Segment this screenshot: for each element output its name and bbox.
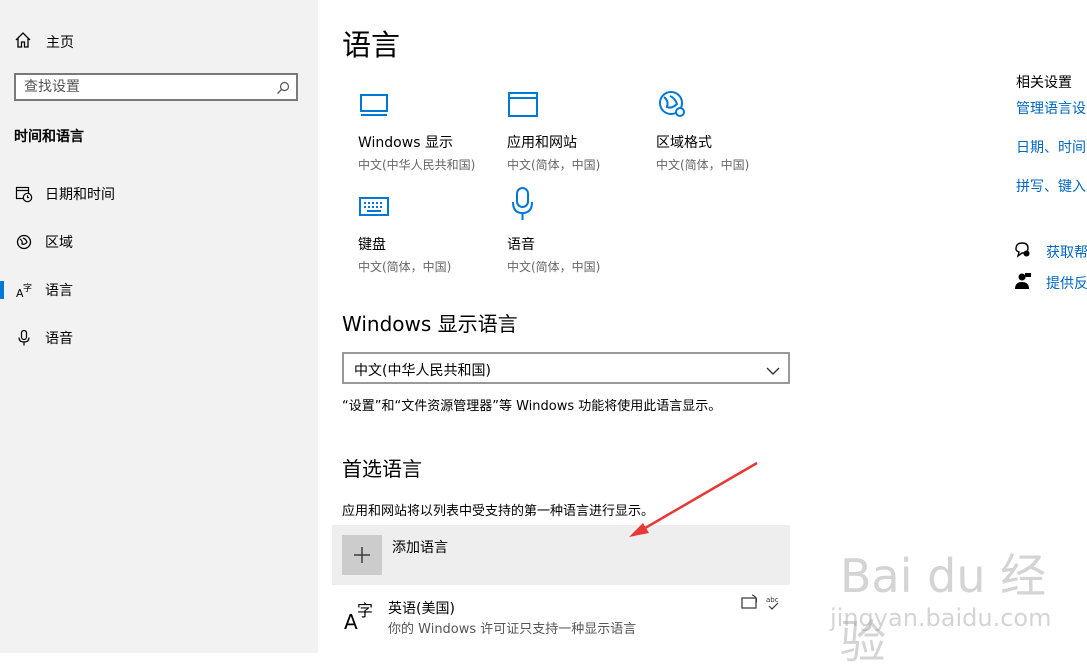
sidebar-item-label: 区域 (45, 235, 73, 251)
language-note: 你的 Windows 许可证只支持一种显示语言 (388, 622, 637, 637)
tile-regional-format[interactable]: 区域格式 中文(简体，中国) (656, 84, 796, 173)
tile-title: 应用和网站 (507, 135, 577, 151)
add-language-label: 添加语言 (392, 540, 448, 556)
display-language-feature-icon (740, 594, 760, 616)
search-icon[interactable] (276, 80, 290, 99)
home-icon (14, 31, 32, 53)
give-feedback-label: 提供反 (1046, 276, 1087, 292)
link-manage-language[interactable]: 管理语言设 (1016, 98, 1086, 118)
tile-title: 键盘 (358, 237, 386, 253)
microphone-icon (507, 186, 647, 222)
chevron-down-icon (766, 362, 780, 381)
sidebar: 主页 时间和语言 日期和时间 区域 A字 语言 语音 (0, 0, 318, 653)
tile-speech[interactable]: 语音 中文(简体，中国) (507, 186, 647, 275)
globe-icon (13, 233, 35, 251)
globe-settings-icon (656, 84, 796, 120)
monitor-icon (358, 84, 498, 120)
tile-title: Windows 显示 (358, 135, 453, 151)
microphone-icon (13, 329, 35, 347)
sidebar-item-language[interactable]: A字 语言 (0, 272, 318, 308)
tile-subtitle: 中文(简体，中国) (507, 158, 601, 172)
get-help-label: 获取帮 (1046, 245, 1087, 261)
home-nav-item[interactable]: 主页 (14, 30, 74, 54)
preferred-languages-heading: 首选语言 (342, 457, 422, 481)
watermark-site: jingyan.baidu.com (830, 604, 1052, 632)
calendar-clock-icon (13, 185, 35, 203)
sidebar-item-label: 语音 (45, 331, 73, 347)
page-title: 语言 (342, 28, 401, 62)
home-label: 主页 (46, 35, 74, 51)
tile-title: 区域格式 (656, 135, 712, 151)
plus-icon (342, 535, 382, 575)
language-icon: A字 (13, 281, 35, 299)
tile-keyboard[interactable]: 键盘 中文(简体，中国) (358, 186, 498, 275)
tile-subtitle: 中文(简体，中国) (656, 158, 750, 172)
link-date-time[interactable]: 日期、时间 (1016, 137, 1086, 157)
link-spelling-typing[interactable]: 拼写、键入 (1016, 176, 1086, 196)
sidebar-item-label: 日期和时间 (45, 187, 115, 203)
display-language-select[interactable]: 中文(中华人民共和国) (342, 352, 790, 384)
tile-title: 语音 (507, 237, 535, 253)
sidebar-section-title: 时间和语言 (14, 129, 84, 145)
spelling-check-icon: abc (764, 594, 782, 616)
preferred-languages-description: 应用和网站将以列表中受支持的第一种语言进行显示。 (342, 504, 655, 519)
language-name: 英语(美国) (388, 601, 455, 617)
add-language-button[interactable]: 添加语言 (332, 525, 790, 585)
display-language-heading: Windows 显示语言 (342, 312, 518, 336)
sidebar-item-speech[interactable]: 语音 (0, 320, 318, 356)
svg-text:字: 字 (357, 601, 373, 620)
related-settings-title: 相关设置 (1016, 75, 1072, 91)
browser-window-icon (507, 84, 647, 120)
keyboard-icon (358, 186, 498, 222)
selected-language: 中文(中华人民共和国) (354, 363, 491, 379)
give-feedback-link[interactable]: 提供反 (1014, 272, 1087, 294)
svg-text:字: 字 (23, 282, 32, 294)
get-help-link[interactable]: 获取帮 (1014, 241, 1087, 263)
svg-text:abc: abc (766, 596, 779, 604)
sidebar-item-region[interactable]: 区域 (0, 224, 318, 260)
tile-windows-display[interactable]: Windows 显示 中文(中华人民共和国) (358, 84, 498, 173)
tile-subtitle: 中文(简体，中国) (507, 260, 601, 274)
svg-text:A: A (344, 610, 358, 632)
sidebar-item-label: 语言 (45, 283, 73, 299)
search-box[interactable] (14, 73, 298, 101)
main-content: 语言 Windows 显示 中文(中华人民共和国) 应用和网站 中文(简体，中国… (318, 0, 798, 653)
tile-subtitle: 中文(简体，中国) (358, 260, 452, 274)
search-input[interactable] (24, 78, 264, 96)
sidebar-item-date-time[interactable]: 日期和时间 (0, 176, 318, 212)
display-language-description: “设置”和“文件资源管理器”等 Windows 功能将使用此语言显示。 (342, 399, 722, 414)
help-chat-icon (1014, 241, 1032, 263)
language-icon: A字 (344, 598, 378, 636)
baidu-watermark: Bai du 经验 jingyan.baidu.com (830, 540, 1080, 669)
tile-subtitle: 中文(中华人民共和国) (358, 158, 476, 172)
tile-apps-websites[interactable]: 应用和网站 中文(简体，中国) (507, 84, 647, 173)
language-list-item[interactable]: A字 英语(美国) 你的 Windows 许可证只支持一种显示语言 abc (332, 590, 790, 642)
feedback-person-icon (1014, 272, 1032, 294)
